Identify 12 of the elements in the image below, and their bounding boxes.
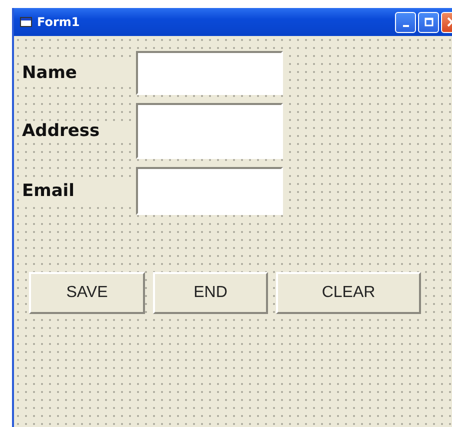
form-button[interactable]: END bbox=[153, 272, 268, 314]
maximize-icon bbox=[422, 16, 434, 28]
text-field[interactable] bbox=[136, 51, 283, 95]
text-field[interactable] bbox=[136, 103, 283, 159]
form-icon bbox=[20, 17, 32, 27]
form-button[interactable]: SAVE bbox=[29, 272, 145, 314]
minimize-icon bbox=[402, 25, 408, 27]
window-title: Form1 bbox=[37, 15, 80, 29]
text-field[interactable] bbox=[136, 167, 283, 215]
maximize-button[interactable] bbox=[418, 12, 439, 32]
minimize-button[interactable] bbox=[395, 12, 416, 32]
form-button[interactable]: CLEAR bbox=[276, 272, 421, 314]
